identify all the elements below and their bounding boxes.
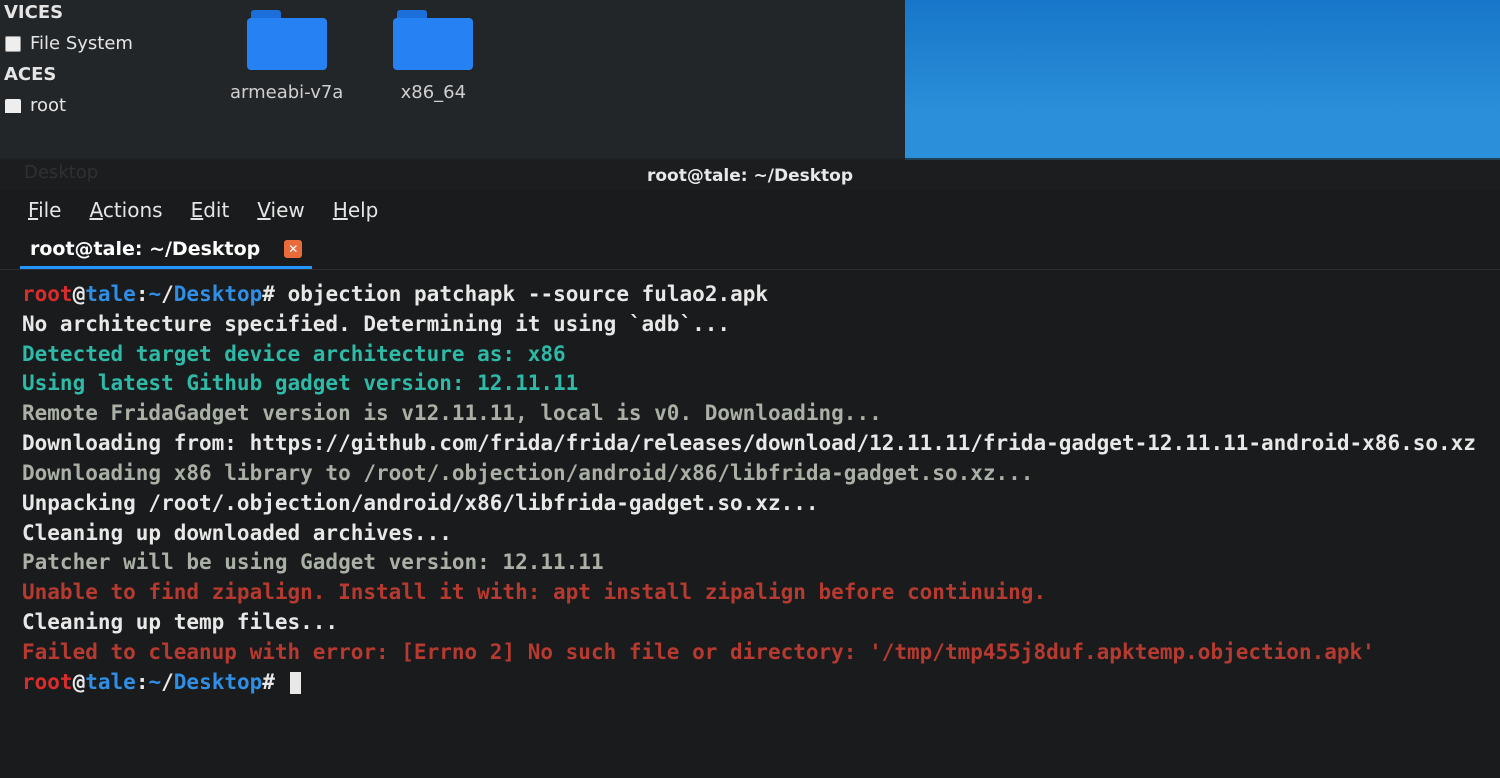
prompt-path: Desktop [174,282,263,306]
desktop-background [905,0,1500,160]
terminal-tab-label: root@tale: ~/Desktop [30,238,260,260]
terminal-window: root@tale: ~/Desktop File Actions Edit V… [0,158,1500,778]
terminal-line: Detected target device architecture as: … [22,342,566,366]
terminal-line-error: Unable to find zipalign. Install it with… [22,580,1046,604]
terminal-title: root@tale: ~/Desktop [0,158,1500,190]
terminal-line: Downloading x86 library to /root/.object… [22,461,1033,485]
terminal-body[interactable]: root@tale:~/Desktop# objection patchapk … [0,270,1500,707]
prompt-hash: # [262,282,275,306]
folder-icon [393,10,473,70]
folder-icon [247,10,327,70]
sidebar-item-label: root [30,95,66,116]
folder-icon [4,97,22,115]
prompt-tilde: ~ [148,282,161,306]
prompt-host: tale [85,282,136,306]
folder-item[interactable]: x86_64 [393,10,473,150]
prompt-colon: : [136,670,149,694]
terminal-line-error: Failed to cleanup with error: [Errno 2] … [22,640,1375,664]
terminal-line: No architecture specified. Determining i… [22,312,730,336]
sidebar-section-devices: VICES [0,0,200,25]
menu-actions[interactable]: Actions [89,198,162,222]
file-manager-content[interactable]: armeabi-v7a x86_64 [200,0,905,160]
terminal-line: Using latest Github gadget version: 12.1… [22,371,578,395]
prompt-at: @ [73,670,86,694]
file-manager-window: VICES File System ACES root armeabi-v7a … [0,0,905,160]
sidebar-item-label: File System [30,33,133,54]
terminal-tab[interactable]: root@tale: ~/Desktop ✕ [20,232,312,269]
folder-item[interactable]: armeabi-v7a [230,10,343,150]
prompt-user: root [22,670,73,694]
terminal-line: Cleaning up temp files... [22,610,338,634]
terminal-line: Patcher will be using Gadget version: 12… [22,550,604,574]
terminal-line: Cleaning up downloaded archives... [22,521,452,545]
sidebar-item-root[interactable]: root [0,87,200,124]
sidebar-section-places: ACES [0,62,200,87]
file-manager-sidebar: VICES File System ACES root [0,0,200,160]
prompt-host: tale [85,670,136,694]
sidebar-item-filesystem[interactable]: File System [0,25,200,62]
prompt-path: Desktop [174,670,263,694]
menu-help[interactable]: Help [333,198,379,222]
prompt-slash: / [161,282,174,306]
folder-label: armeabi-v7a [230,82,343,103]
terminal-command: objection patchapk --source fulao2.apk [275,282,768,306]
cursor-icon [290,672,301,694]
terminal-menubar: File Actions Edit View Help [0,190,1500,232]
folder-label: x86_64 [401,82,466,103]
terminal-tabbar: root@tale: ~/Desktop ✕ [0,232,1500,270]
prompt-slash: / [161,670,174,694]
disk-icon [4,35,22,53]
close-icon[interactable]: ✕ [284,240,302,258]
prompt-user: root [22,282,73,306]
prompt-tilde: ~ [148,670,161,694]
menu-edit[interactable]: Edit [191,198,230,222]
prompt-hash: # [262,670,275,694]
menu-view[interactable]: View [257,198,304,222]
terminal-line: Remote FridaGadget version is v12.11.11,… [22,401,882,425]
terminal-line: Downloading from: https://github.com/fri… [22,431,1476,455]
terminal-line: Unpacking /root/.objection/android/x86/l… [22,491,819,515]
prompt-colon: : [136,282,149,306]
menu-file[interactable]: File [28,198,61,222]
prompt-at: @ [73,282,86,306]
